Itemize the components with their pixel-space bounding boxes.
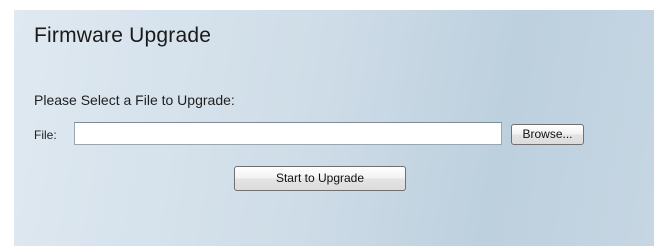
file-label: File: (34, 128, 57, 142)
start-upgrade-button[interactable]: Start to Upgrade (234, 166, 406, 191)
file-path-input[interactable] (74, 122, 502, 145)
page-title: Firmware Upgrade (34, 24, 212, 47)
browse-button[interactable]: Browse... (511, 124, 584, 145)
page-frame: Firmware Upgrade Please Select a File to… (0, 0, 654, 246)
upgrade-instruction: Please Select a File to Upgrade: (34, 92, 235, 108)
firmware-upgrade-panel: Firmware Upgrade Please Select a File to… (14, 10, 654, 246)
